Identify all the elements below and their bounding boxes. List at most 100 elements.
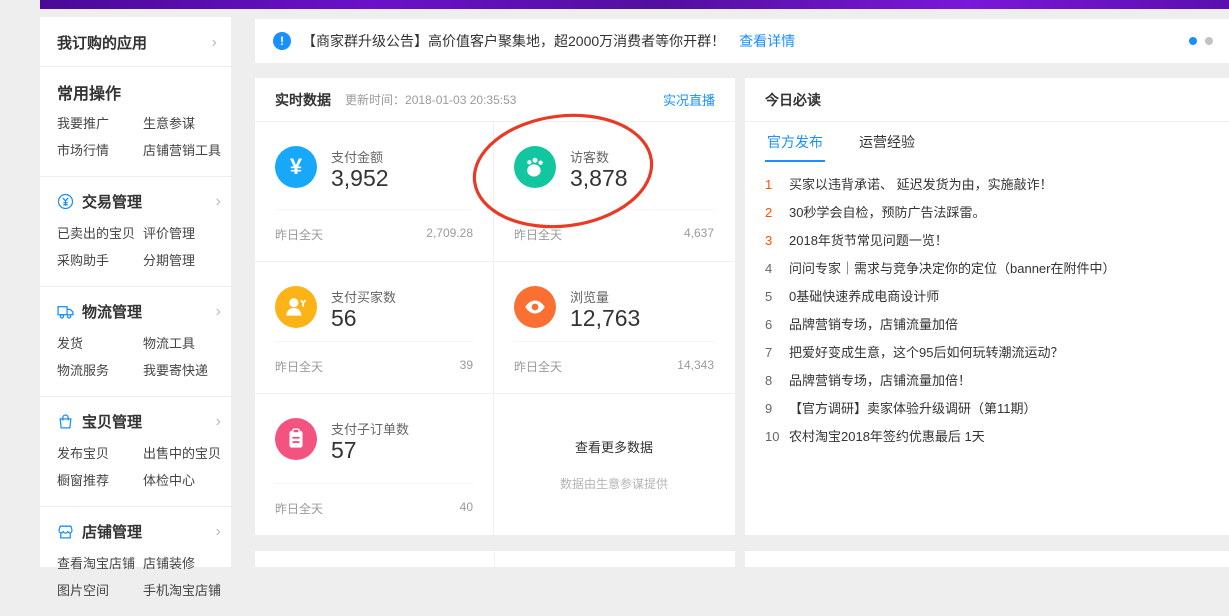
section-title: 宝贝管理 [82,411,142,432]
news-item[interactable]: 10 农村淘宝2018年签约优惠最后 1天 [765,423,1209,451]
carousel-dot[interactable] [1205,37,1213,45]
news-item[interactable]: 7 把爱好变成生意，这个95后如何玩转潮流运动？ [765,339,1209,367]
news-item[interactable]: 6 品牌营销专场，店铺流量加倍 [765,311,1209,339]
news-rank: 7 [765,339,789,367]
chevron-right-icon: › [212,35,217,51]
news-title: 买家以违背承诺、 延迟发货为由，实施敲诈！ [789,171,1053,199]
news-item[interactable]: 5 0基础快速养成电商设计师 [765,283,1209,311]
sidebar-link-shop-decorate[interactable]: 店铺装修 [143,550,195,577]
bottom-left-panel-edge [255,551,735,567]
sidebar-link-window-recommend[interactable]: 橱窗推荐 [57,467,143,494]
sidebar-link-sold-items[interactable]: 已卖出的宝贝 [57,220,143,247]
section-title: 常用操作 [57,80,121,104]
sidebar-link-purchase-assistant[interactable]: 采购助手 [57,247,143,274]
metric-label: 支付金额 [331,147,383,166]
news-title: 2018年货节常见问题一览！ [789,227,948,255]
my-apps-label: 我订购的应用 [57,32,147,53]
sidebar-link-image-space[interactable]: 图片空间 [57,577,143,604]
metric-value: 56 [331,305,357,332]
news-list: 1 买家以违背承诺、 延迟发货为由，实施敲诈！ 2 30秒学会自检，预防广告法踩… [745,162,1229,451]
sidebar-item-trade[interactable]: 交易管理 › [57,193,221,210]
tab-official-release[interactable]: 官方发布 [765,124,825,162]
sidebar-link-logistics-tools[interactable]: 物流工具 [143,330,195,357]
view-details-link[interactable]: 查看详情 [739,31,795,51]
news-title: 问问专家｜需求与竞争决定你的定位（banner在附件中） [789,255,1115,283]
yesterday-value: 2,709.28 [426,226,473,261]
eye-icon [514,286,556,328]
news-item[interactable]: 2 30秒学会自检，预防广告法踩雷。 [765,199,1209,227]
metric-value: 57 [331,437,357,464]
tab-operation-experience[interactable]: 运营经验 [857,124,917,162]
buyer-person-icon [275,286,317,328]
metric-pay-amount[interactable]: ¥ 支付金额 3,952 昨日全天 2,709.28 [255,122,494,262]
sidebar-item-shop-mgmt[interactable]: 店铺管理 › [57,523,221,540]
metric-value: 3,952 [331,165,389,192]
yuan-circle-icon [57,193,74,210]
chevron-right-icon: › [216,304,221,320]
sidebar-link-shop-marketing-tools[interactable]: 店铺营销工具 [143,137,221,164]
metric-label: 支付买家数 [331,287,396,306]
section-title: 物流管理 [82,301,142,322]
sidebar-link-installment-mgmt[interactable]: 分期管理 [143,247,195,274]
truck-icon [57,303,74,320]
top-purple-banner [40,0,1229,9]
news-rank: 10 [765,423,789,451]
news-rank: 5 [765,283,789,311]
alert-icon: ! [273,32,291,50]
chevron-right-icon: › [216,414,221,430]
news-item[interactable]: 3 2018年货节常见问题一览！ [765,227,1209,255]
yesterday-value: 14,343 [677,358,714,393]
carousel-dot-active[interactable] [1189,37,1197,45]
news-rank: 4 [765,255,789,283]
sidebar-link-publish-item[interactable]: 发布宝贝 [57,440,143,467]
sidebar-link-review-mgmt[interactable]: 评价管理 [143,220,195,247]
sidebar-link-logistics-service[interactable]: 物流服务 [57,357,143,384]
sidebar-item-item-mgmt[interactable]: 宝贝管理 › [57,413,221,430]
news-item[interactable]: 8 品牌营销专场，店铺流量加倍！ [765,367,1209,395]
sidebar-link-mobile-shop[interactable]: 手机淘宝店铺 [143,577,221,604]
news-item[interactable]: 1 买家以违背承诺、 延迟发货为由，实施敲诈！ [765,171,1209,199]
news-title: 30秒学会自检，预防广告法踩雷。 [789,199,985,227]
sidebar-link-view-shop[interactable]: 查看淘宝店铺 [57,550,143,577]
news-rank: 6 [765,311,789,339]
live-broadcast-link[interactable]: 实况直播 [663,90,715,109]
sidebar-section-trade: 交易管理 › 已卖出的宝贝 评价管理 采购助手 分期管理 [40,177,231,287]
metric-paying-buyers[interactable]: 支付买家数 56 昨日全天 39 [255,262,494,394]
metric-visitors[interactable]: 访客数 3,878 昨日全天 4,637 [494,122,734,262]
sidebar-link-ship[interactable]: 发货 [57,330,143,357]
news-item[interactable]: 9 【官方调研】卖家体验升级调研（第11期） [765,395,1209,423]
yesterday-label: 昨日全天 [275,226,323,261]
sidebar-link-send-express[interactable]: 我要寄快递 [143,357,208,384]
news-title: 0基础快速养成电商设计师 [789,283,939,311]
news-item[interactable]: 4 问问专家｜需求与竞争决定你的定位（banner在附件中） [765,255,1209,283]
metric-label: 访客数 [570,147,609,166]
sidebar-link-market[interactable]: 市场行情 [57,137,143,164]
data-source-note: 数据由生意参谋提供 [560,475,668,492]
update-time-label: 更新时间： [345,91,405,108]
yesterday-label: 昨日全天 [275,358,323,393]
metric-page-views[interactable]: 浏览量 12,763 昨日全天 14,343 [494,262,734,394]
sidebar-link-health-check[interactable]: 体检中心 [143,467,195,494]
section-title: 店铺管理 [82,521,142,542]
news-rank: 2 [765,199,789,227]
daily-read-tabs: 官方发布 运营经验 [745,124,1229,162]
sidebar-link-items-on-sale[interactable]: 出售中的宝贝 [143,440,221,467]
metric-paid-sub-orders[interactable]: 支付子订单数 57 昨日全天 40 [255,394,494,535]
sidebar-section-logistics: 物流管理 › 发货 物流工具 物流服务 我要寄快递 [40,287,231,397]
sidebar-item-logistics[interactable]: 物流管理 › [57,303,221,320]
sidebar-link-promote[interactable]: 我要推广 [57,110,143,137]
news-rank: 3 [765,227,789,255]
news-title: 把爱好变成生意，这个95后如何玩转潮流运动？ [789,339,1063,367]
order-list-icon [275,418,317,460]
panel-title: 实时数据 [275,90,331,110]
view-more-data-link[interactable]: 查看更多数据 [575,437,653,456]
daily-read-panel: 今日必读 官方发布 运营经验 1 买家以违背承诺、 延迟发货为由，实施敲诈！ 2… [745,78,1229,535]
sidebar-link-sycm[interactable]: 生意参谋 [143,110,195,137]
yesterday-value: 4,637 [684,226,714,261]
yesterday-label: 昨日全天 [275,500,323,535]
metric-value: 3,878 [570,165,628,192]
section-title: 交易管理 [82,191,142,212]
panel-title: 今日必读 [765,90,821,110]
metric-label: 浏览量 [570,287,609,306]
sidebar-item-my-apps[interactable]: 我订购的应用 › [40,17,231,67]
